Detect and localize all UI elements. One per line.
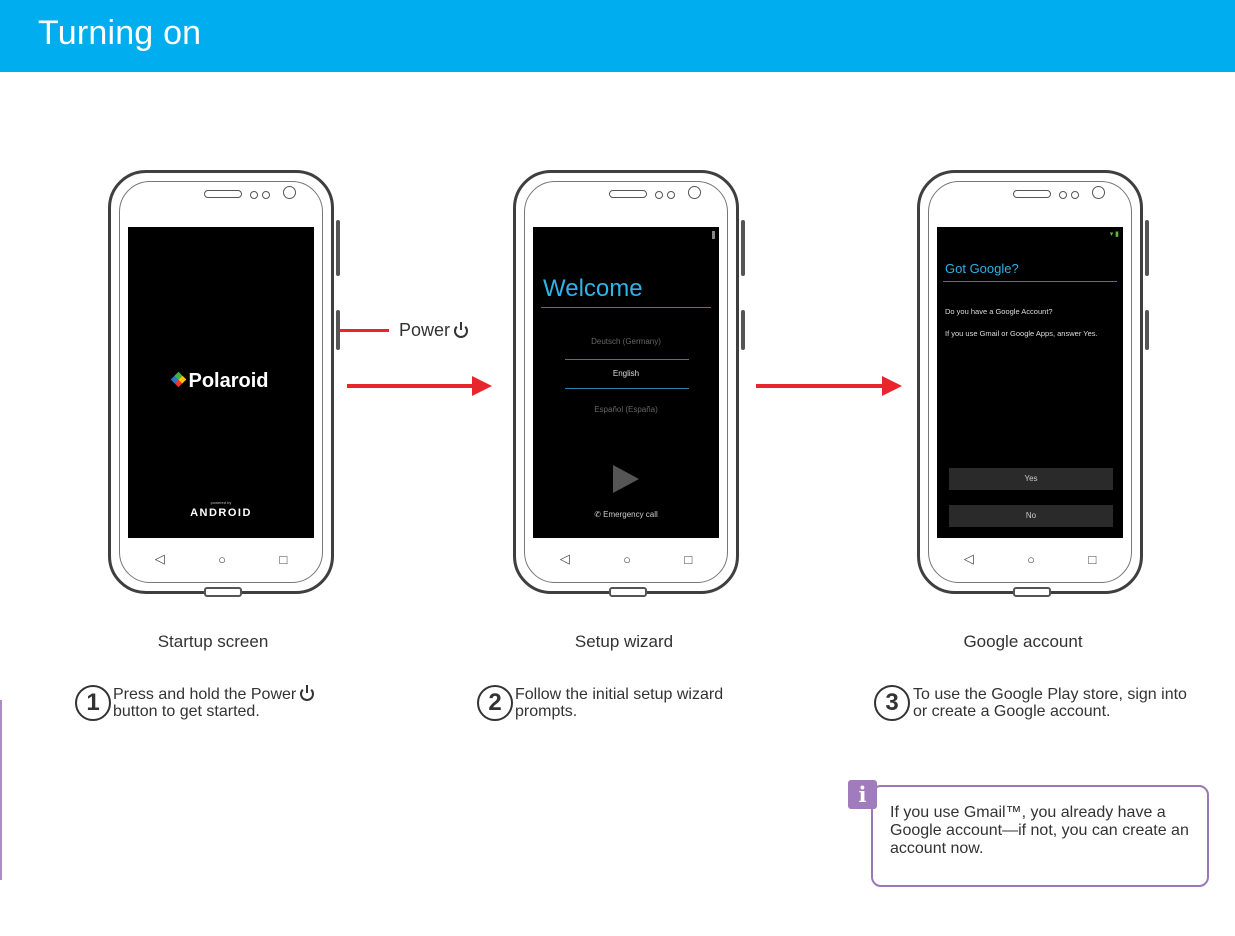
- phone-startup: Polaroid powered by ANDROID ◁ ○ □: [108, 170, 340, 597]
- sensor-dot: [655, 191, 663, 199]
- nav-bar: ◁ ○ □: [937, 548, 1123, 570]
- power-callout-label: Power: [399, 320, 469, 341]
- step-3-number: 3: [874, 685, 910, 721]
- polaroid-logo: Polaroid: [128, 370, 314, 393]
- step-1-text: Press and hold the Power button to get s…: [113, 685, 393, 720]
- power-label-text: Power: [399, 320, 451, 340]
- step-3-caption: Google account: [963, 632, 1083, 651]
- volume-side-button: [741, 310, 745, 350]
- sensor-dot: [667, 191, 675, 199]
- step-1-text-b: button to get started.: [113, 703, 260, 720]
- power-callout-line: [340, 329, 389, 332]
- android-logo: ANDROID: [190, 507, 252, 519]
- arrow-1-line: [347, 384, 474, 388]
- margin-divider: [0, 700, 2, 880]
- polaroid-diamond-icon: [171, 371, 187, 388]
- home-icon: ○: [623, 551, 631, 567]
- page-title: Turning on: [38, 14, 202, 52]
- front-camera: [688, 186, 701, 199]
- nav-bar: ◁ ○ □: [533, 548, 719, 570]
- phone-icon: ✆: [594, 510, 604, 519]
- speaker-grille: [1013, 190, 1051, 198]
- recents-icon: □: [279, 551, 288, 567]
- recents-icon: □: [684, 551, 693, 567]
- step-1-caption: Startup screen: [157, 632, 269, 651]
- home-icon: ○: [1027, 551, 1035, 567]
- brand-text: Polaroid: [188, 370, 269, 392]
- selection-line: [565, 359, 689, 360]
- volume-side-button: [1145, 310, 1149, 350]
- powered-by-text: powered by: [210, 500, 232, 505]
- front-camera: [1092, 186, 1105, 199]
- account-question: Do you have a Google Account?: [945, 307, 1053, 316]
- step-3-text: To use the Google Play store, sign into …: [913, 686, 1187, 720]
- charging-port: [609, 587, 647, 597]
- charging-port: [1013, 587, 1051, 597]
- selection-line: [565, 388, 689, 389]
- startup-screen: Polaroid powered by ANDROID: [128, 227, 314, 538]
- account-hint: If you use Gmail or Google Apps, answer …: [945, 329, 1098, 338]
- sensor-dot: [262, 191, 270, 199]
- arrow-right-icon: [882, 376, 902, 396]
- language-option-selected[interactable]: English: [533, 369, 719, 378]
- emergency-call-link[interactable]: ✆ Emergency call: [533, 510, 719, 519]
- language-option[interactable]: Español (España): [533, 405, 719, 414]
- status-icons: ▾ ▮: [1109, 231, 1119, 238]
- step-2-number: 2: [477, 685, 513, 721]
- sensor-dot: [1071, 191, 1079, 199]
- power-icon: [454, 322, 469, 338]
- yes-button[interactable]: Yes: [949, 468, 1113, 490]
- got-google-title: Got Google?: [945, 261, 1019, 276]
- phone-google-account: ▾ ▮ Got Google? Do you have a Google Acc…: [917, 170, 1149, 597]
- setup-wizard-screen: Welcome Deutsch (Germany) English Españo…: [533, 227, 719, 538]
- power-side-button: [1145, 220, 1149, 276]
- back-icon: ◁: [154, 551, 165, 566]
- language-option[interactable]: Deutsch (Germany): [533, 337, 719, 346]
- emergency-label: Emergency call: [603, 510, 658, 519]
- power-side-button: [336, 220, 340, 276]
- info-note-text: If you use Gmail™, you already have a Go…: [890, 804, 1189, 857]
- title-rule: [943, 281, 1117, 282]
- speaker-grille: [609, 190, 647, 198]
- back-icon: ◁: [559, 551, 570, 566]
- home-icon: ○: [218, 551, 226, 567]
- sensor-dot: [1059, 191, 1067, 199]
- charging-port: [204, 587, 242, 597]
- recents-icon: □: [1088, 551, 1097, 567]
- speaker-grille: [204, 190, 242, 198]
- power-side-button: [741, 220, 745, 276]
- step-1-number: 1: [75, 685, 111, 721]
- phone-setup-wizard: Welcome Deutsch (Germany) English Españo…: [513, 170, 745, 597]
- step-1-text-a: Press and hold the Power: [113, 686, 297, 703]
- nav-bar: ◁ ○ □: [128, 548, 314, 570]
- arrow-right-icon: [472, 376, 492, 396]
- sensor-dot: [250, 191, 258, 199]
- arrow-2-line: [756, 384, 884, 388]
- no-button[interactable]: No: [949, 505, 1113, 527]
- welcome-title: Welcome: [543, 275, 643, 302]
- title-rule: [541, 307, 711, 308]
- info-icon: i: [848, 780, 877, 809]
- step-2-caption: Setup wizard: [574, 632, 674, 651]
- step-2-text: Follow the initial setup wizard prompts.: [515, 686, 724, 720]
- back-icon: ◁: [963, 551, 974, 566]
- page-header: Turning on: [0, 0, 1235, 72]
- play-icon[interactable]: [613, 465, 639, 493]
- google-account-screen: ▾ ▮ Got Google? Do you have a Google Acc…: [937, 227, 1123, 538]
- front-camera: [283, 186, 296, 199]
- power-icon: [300, 685, 315, 701]
- battery-icon: [712, 231, 715, 239]
